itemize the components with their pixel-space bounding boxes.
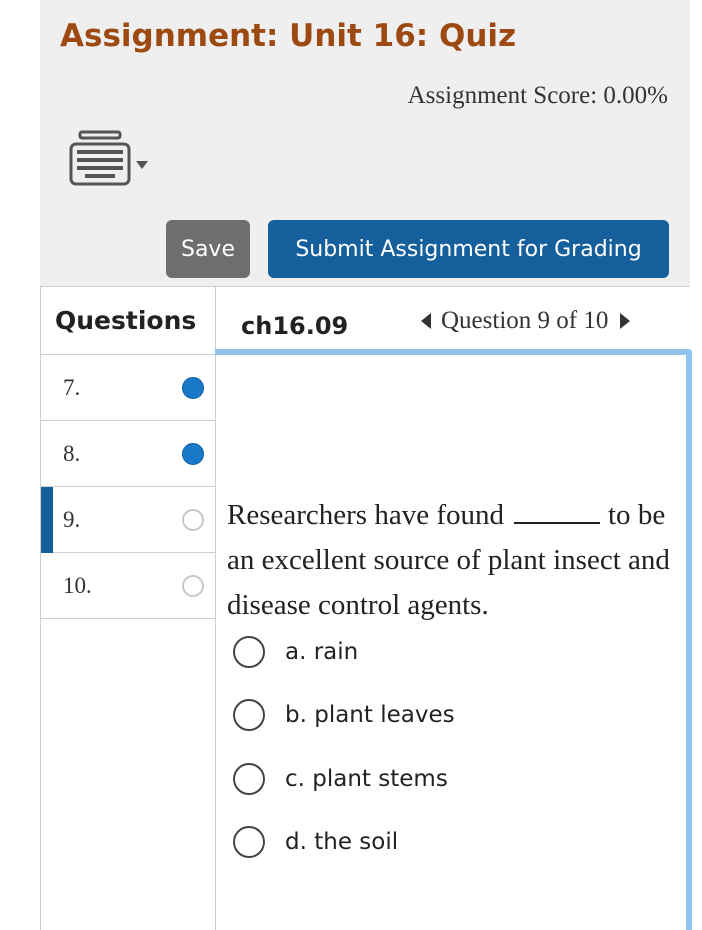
choice-label: a. rain bbox=[285, 638, 359, 665]
quiz-panel: Questions 7. 8. 9. 10. ch16.09 Question … bbox=[40, 286, 692, 930]
submit-assignment-button[interactable]: Submit Assignment for Grading bbox=[268, 220, 669, 278]
answered-status-icon bbox=[182, 443, 204, 465]
assignment-frame: Assignment: Unit 16: Quiz Assignment Sco… bbox=[40, 0, 692, 930]
answer-blank bbox=[514, 500, 600, 524]
next-question-arrow-icon[interactable] bbox=[620, 313, 631, 329]
question-number: 9. bbox=[63, 507, 81, 532]
question-position: Question 9 of 10 bbox=[441, 307, 609, 334]
question-text: Researchers have found to be an excellent… bbox=[227, 493, 677, 628]
unanswered-status-icon bbox=[182, 575, 204, 597]
choice-a[interactable]: a. rain bbox=[233, 620, 455, 684]
choice-label: c. plant stems bbox=[285, 765, 448, 792]
assignment-score: Assignment Score: 0.00% bbox=[407, 82, 668, 109]
answer-choices: a. rain b. plant leaves c. plant stems d… bbox=[233, 620, 455, 874]
unanswered-status-icon bbox=[182, 509, 204, 531]
choice-d[interactable]: d. the soil bbox=[233, 811, 455, 875]
choice-b[interactable]: b. plant leaves bbox=[233, 684, 455, 748]
choice-label: b. plant leaves bbox=[285, 702, 455, 729]
question-text-mid: to bbox=[608, 499, 631, 531]
previous-question-arrow-icon[interactable] bbox=[421, 313, 431, 329]
question-text-start: Researchers have found bbox=[227, 499, 504, 531]
current-question-indicator bbox=[41, 487, 53, 553]
question-list: 7. 8. 9. 10. bbox=[41, 355, 216, 930]
question-number: 10. bbox=[63, 573, 92, 598]
page-title: Assignment: Unit 16: Quiz bbox=[60, 18, 517, 54]
question-item-7[interactable]: 7. bbox=[41, 355, 215, 421]
questions-heading: Questions bbox=[41, 287, 216, 355]
question-number: 7. bbox=[63, 375, 81, 400]
question-item-8[interactable]: 8. bbox=[41, 421, 215, 487]
choice-c[interactable]: c. plant stems bbox=[233, 747, 455, 811]
radio-button[interactable] bbox=[233, 635, 265, 668]
radio-button[interactable] bbox=[233, 826, 265, 859]
assignment-header: Assignment: Unit 16: Quiz Assignment Sco… bbox=[40, 0, 690, 285]
answered-status-icon bbox=[182, 377, 204, 399]
choice-label: d. the soil bbox=[285, 829, 399, 856]
chevron-down-icon[interactable] bbox=[136, 161, 148, 169]
save-button[interactable]: Save bbox=[166, 220, 250, 278]
question-tab[interactable]: ch16.09 bbox=[241, 312, 348, 340]
question-number: 8. bbox=[63, 441, 81, 466]
question-content: Researchers have found to be an excellent… bbox=[215, 349, 692, 930]
radio-button[interactable] bbox=[233, 762, 265, 795]
keyboard-icon[interactable] bbox=[68, 128, 134, 188]
question-navigator: Question 9 of 10 bbox=[421, 307, 631, 335]
question-item-10[interactable]: 10. bbox=[41, 553, 215, 619]
question-item-9[interactable]: 9. bbox=[41, 487, 215, 553]
radio-button[interactable] bbox=[233, 699, 265, 732]
